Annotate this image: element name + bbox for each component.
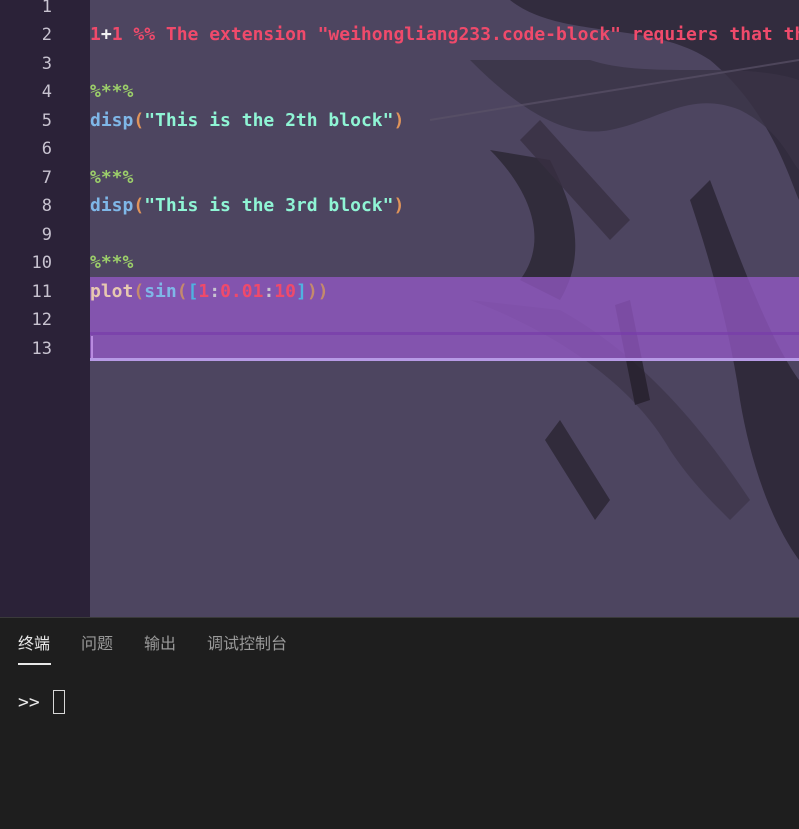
paren-token: ( xyxy=(176,281,188,302)
function-token: disp xyxy=(90,110,134,131)
line-number: 7 xyxy=(41,168,52,188)
tab-terminal[interactable]: 终端 xyxy=(18,633,50,655)
code-line[interactable]: %**% xyxy=(90,78,133,106)
line-number: 11 xyxy=(31,282,52,302)
line-number: 3 xyxy=(41,54,52,74)
number-token: 0.01 xyxy=(220,281,264,302)
paren-token: ) xyxy=(317,281,329,302)
block-separator xyxy=(90,358,799,361)
line-number: 2 xyxy=(41,25,52,45)
bracket-token: ] xyxy=(295,281,307,302)
terminal-prompt: >> xyxy=(18,692,40,713)
bracket-token: [ xyxy=(187,281,199,302)
line-number: 8 xyxy=(41,196,52,216)
number-token: 10 xyxy=(274,281,296,302)
comment-text: %% The extension "weihongliang233.code-b… xyxy=(133,24,799,45)
code-line[interactable]: plot(sin([1:0.01:10])) xyxy=(90,278,329,306)
number-token: 1 xyxy=(90,24,101,45)
paren-token: ) xyxy=(393,195,405,216)
number-token: 1 xyxy=(111,24,123,45)
terminal-cursor[interactable] xyxy=(53,690,65,714)
bottom-panel: 终端 问题 输出 调试控制台 >> xyxy=(0,617,799,829)
colon-token: : xyxy=(263,281,275,302)
current-line-highlight xyxy=(90,332,799,335)
line-number: 13 xyxy=(31,339,52,359)
tab-output[interactable]: 输出 xyxy=(144,633,176,655)
colon-token: : xyxy=(209,281,221,302)
function-token: disp xyxy=(90,195,134,216)
function-token: plot xyxy=(90,281,134,302)
function-token: sin xyxy=(144,281,177,302)
code-line[interactable]: %% The extension "weihongliang233.code-b… xyxy=(90,0,799,45)
block-separator-text: %**% xyxy=(90,252,134,273)
number-token: 1 xyxy=(198,281,210,302)
text-cursor xyxy=(91,336,93,358)
paren-token: ) xyxy=(306,281,318,302)
line-number: 9 xyxy=(41,225,52,245)
block-separator-text: %**% xyxy=(90,167,134,188)
code-line[interactable]: disp("This is the 2th block") xyxy=(90,107,404,135)
line-number: 1 xyxy=(41,0,52,17)
line-number: 4 xyxy=(41,82,52,102)
block-separator-text: %**% xyxy=(90,81,134,102)
string-token: "This is the 2th block" xyxy=(144,110,394,131)
code-line[interactable]: %**% xyxy=(90,249,133,277)
operator-token: + xyxy=(100,24,112,45)
tab-debug-console[interactable]: 调试控制台 xyxy=(207,633,287,655)
code-line[interactable]: %**% xyxy=(90,164,133,192)
code-editor[interactable]: 1 2 3 4 5 6 7 8 9 10 11 12 13 %% The ext… xyxy=(0,0,799,617)
string-token: "This is the 3rd block" xyxy=(144,195,394,216)
paren-token: ) xyxy=(393,110,405,131)
line-number: 5 xyxy=(41,111,52,131)
line-number: 10 xyxy=(31,253,52,273)
tab-problems[interactable]: 问题 xyxy=(81,633,113,655)
line-number-gutter: 1 2 3 4 5 6 7 8 9 10 11 12 13 xyxy=(0,0,90,617)
code-line[interactable]: disp("This is the 3rd block") xyxy=(90,192,404,220)
code-line[interactable]: 1+1 xyxy=(90,21,123,49)
line-number: 12 xyxy=(31,310,52,330)
line-number: 6 xyxy=(41,139,52,159)
paren-token: ( xyxy=(133,110,145,131)
paren-token: ( xyxy=(133,281,145,302)
active-tab-indicator xyxy=(18,663,51,665)
paren-token: ( xyxy=(133,195,145,216)
